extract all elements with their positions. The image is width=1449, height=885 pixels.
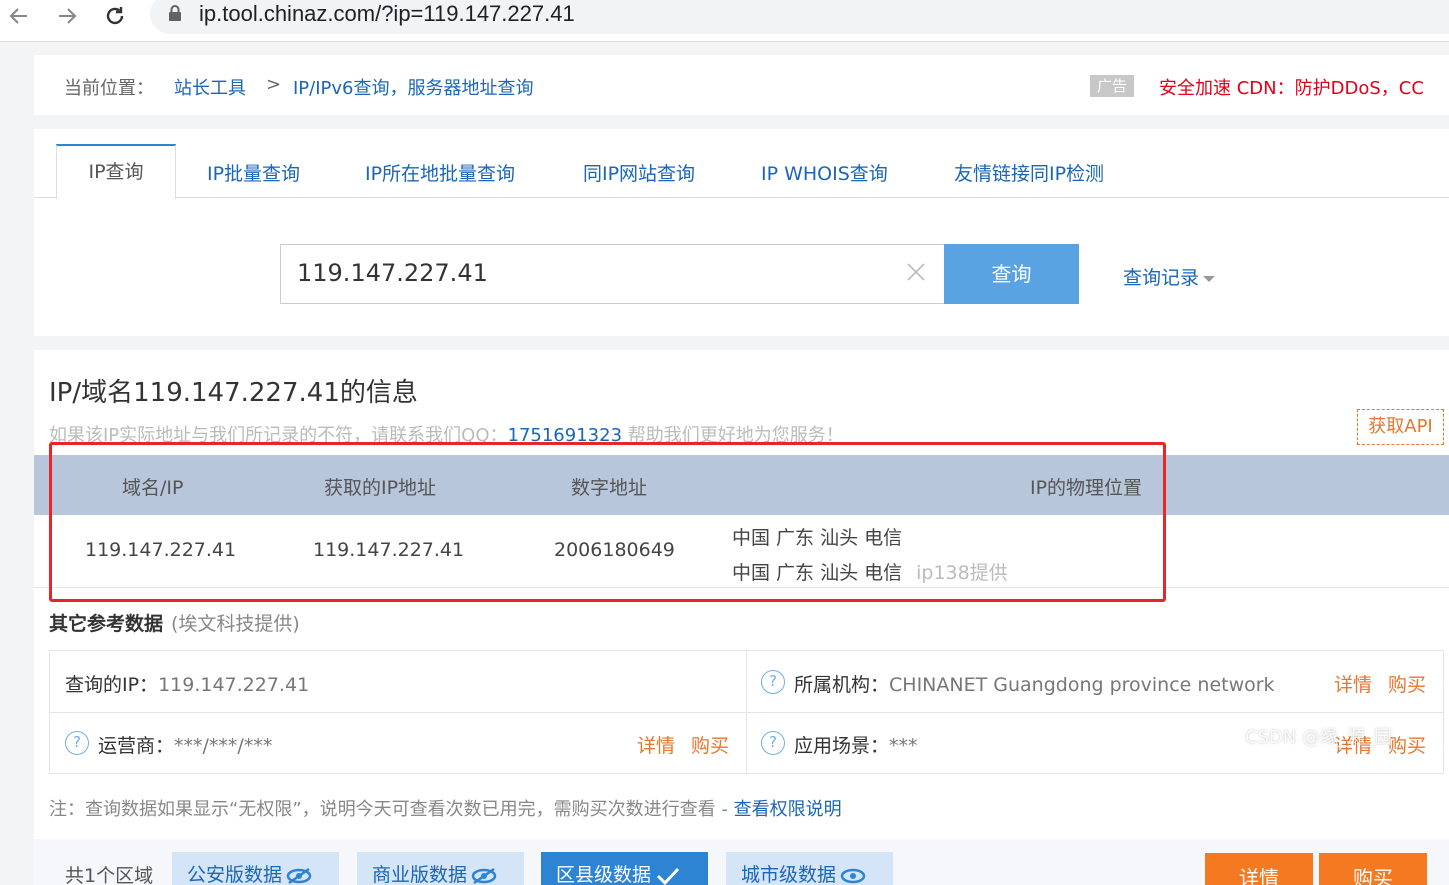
tab-same-ip-sites[interactable]: 同IP网站查询 (583, 159, 695, 186)
breadcrumb: 当前位置： 站长工具 > IP/IPv6查询，服务器地址查询 广告 安全加速 C… (34, 55, 1449, 115)
public-security-data-button[interactable]: 公安版数据 (172, 852, 339, 885)
tab-ip-query[interactable]: IP查询 (56, 144, 176, 199)
reload-icon[interactable] (100, 2, 130, 30)
org-field: 所属机构：CHINANET Guangdong province network (794, 670, 1275, 697)
help-icon[interactable]: ? (761, 731, 785, 755)
tab-ip-whois[interactable]: IP WHOIS查询 (761, 159, 888, 186)
breadcrumb-separator: > (266, 74, 282, 95)
help-icon[interactable]: ? (65, 731, 89, 755)
footnote-text: 注：查询数据如果显示“无权限”，说明今天可查看次数已用完，需购买次数进行查看 - (49, 799, 734, 820)
isp-detail-link[interactable]: 详情 (637, 731, 675, 758)
city-level-data-button[interactable]: 城市级数据 (726, 852, 893, 885)
isp-field: 运营商：***/***/*** (98, 731, 272, 758)
get-api-button[interactable]: 获取API (1357, 409, 1444, 445)
button-label: 区县级数据 (556, 864, 652, 885)
org-label: 所属机构： (794, 674, 890, 696)
footnote: 注：查询数据如果显示“无权限”，说明今天可查看次数已用完，需购买次数进行查看 -… (49, 795, 842, 821)
county-level-data-button[interactable]: 区县级数据 (541, 852, 708, 885)
breadcrumb-item-ip-query[interactable]: IP/IPv6查询，服务器地址查询 (293, 74, 534, 100)
tab-ip-batch[interactable]: IP批量查询 (207, 159, 300, 186)
commercial-data-button[interactable]: 商业版数据 (357, 852, 524, 885)
org-buy-link[interactable]: 购买 (1388, 670, 1426, 697)
scene-label: 应用场景： (794, 735, 890, 757)
tab-ip-location-batch[interactable]: IP所在地批量查询 (365, 159, 515, 186)
tab-bar: IP查询 IP批量查询 IP所在地批量查询 同IP网站查询 IP WHOIS查询… (34, 129, 1449, 199)
eye-icon (471, 867, 497, 884)
region-detail-button[interactable]: 详情 (1205, 853, 1313, 885)
watermark: CSDN @缘_源_园 (1245, 727, 1393, 748)
query-ip-value: 119.147.227.41 (158, 674, 310, 696)
ad-link[interactable]: 安全加速 CDN：防护DDoS，CC (1159, 74, 1424, 100)
button-label: 商业版数据 (372, 864, 468, 885)
search-button[interactable]: 查询 (944, 244, 1079, 304)
highlight-box (49, 442, 1166, 602)
back-icon[interactable] (4, 2, 34, 30)
lock-icon (168, 4, 182, 26)
caret-down-icon (1203, 275, 1216, 282)
other-data-title: 其它参考数据 (埃文科技提供) (49, 609, 300, 636)
forward-icon[interactable] (52, 2, 82, 30)
button-label: 公安版数据 (187, 864, 283, 885)
browser-toolbar: ip.tool.chinaz.com/?ip=119.147.227.41 (0, 0, 1449, 42)
check-icon (656, 867, 680, 885)
region-count: 共1个区域 (65, 865, 154, 885)
history-label: 查询记录 (1123, 267, 1200, 289)
region-bar: 共1个区域 公安版数据 商业版数据 区县级数据 城市级数据 详情 购买 (34, 839, 1449, 885)
region-buy-button[interactable]: 购买 (1319, 853, 1427, 885)
ad-badge: 广告 (1090, 75, 1134, 97)
isp-buy-link[interactable]: 购买 (691, 731, 729, 758)
scene-field: 应用场景：*** (794, 731, 918, 758)
breadcrumb-item-tools[interactable]: 站长工具 (174, 74, 246, 100)
search-input[interactable]: 119.147.227.41 (280, 244, 946, 304)
history-dropdown[interactable]: 查询记录 (1123, 263, 1216, 290)
other-provider: (埃文科技提供) (171, 613, 300, 635)
scene-buy-link[interactable]: 购买 (1388, 731, 1426, 758)
query-ip-field: 查询的IP：119.147.227.41 (65, 670, 309, 697)
eye-icon (840, 868, 866, 883)
permission-link[interactable]: 查看权限说明 (734, 799, 842, 820)
clear-icon[interactable] (905, 261, 927, 287)
tab-friend-link-check[interactable]: 友情链接同IP检测 (954, 159, 1104, 186)
url-text[interactable]: ip.tool.chinaz.com/?ip=119.147.227.41 (199, 1, 575, 27)
help-icon[interactable]: ? (761, 670, 785, 694)
button-label: 城市级数据 (741, 864, 837, 885)
section-divider (34, 336, 1449, 350)
query-ip-label: 查询的IP： (65, 674, 159, 696)
search-input-value[interactable]: 119.147.227.41 (297, 259, 488, 287)
main-panel: IP查询 IP批量查询 IP所在地批量查询 同IP网站查询 IP WHOIS查询… (34, 129, 1449, 885)
isp-value: ***/***/*** (174, 735, 273, 757)
grid-divider-horizontal (50, 712, 1443, 713)
other-title-text: 其它参考数据 (49, 613, 164, 635)
breadcrumb-label: 当前位置： (64, 78, 154, 99)
scene-value: *** (889, 735, 918, 757)
org-detail-link[interactable]: 详情 (1334, 670, 1372, 697)
org-value: CHINANET Guangdong province network (889, 674, 1275, 696)
info-title: IP/域名119.147.227.41的信息 (49, 378, 418, 408)
isp-label: 运营商： (98, 735, 175, 757)
reference-data-grid: 查询的IP：119.147.227.41 ? 所属机构：CHINANET Gua… (49, 650, 1444, 774)
eye-icon (286, 867, 312, 884)
